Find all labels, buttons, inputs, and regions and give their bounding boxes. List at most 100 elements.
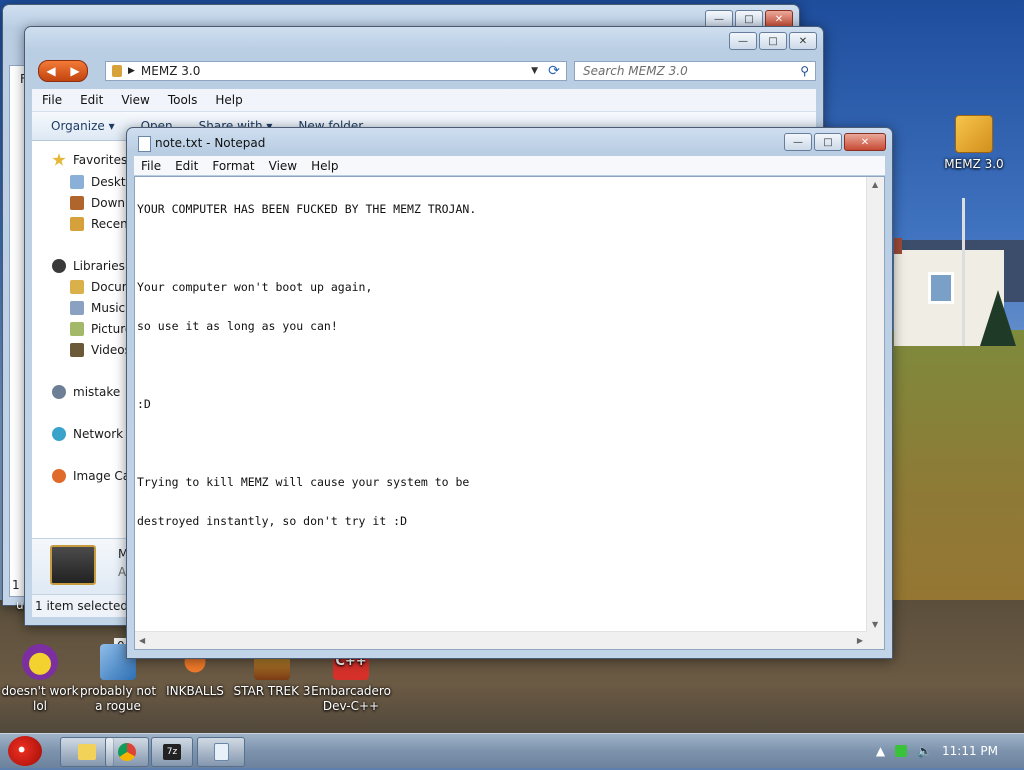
window-title: note.txt - Notepad <box>155 136 266 150</box>
minimize-button[interactable]: — <box>729 32 757 50</box>
notepad-window[interactable]: note.txt - Notepad — □ ✕ File Edit Forma… <box>126 127 893 659</box>
videos-icon <box>70 343 84 357</box>
vertical-scrollbar[interactable]: ▲ ▼ <box>866 177 884 632</box>
wallpaper-flagpole <box>962 198 965 346</box>
horizontal-scrollbar[interactable]: ◀ ▶ <box>135 631 867 649</box>
nav-favorites[interactable]: Favorites <box>52 153 127 167</box>
text-line: :D <box>137 397 151 411</box>
nav-music[interactable]: Music <box>70 301 125 315</box>
start-button[interactable] <box>2 730 46 770</box>
memz-folder-icon <box>955 115 993 153</box>
desktop-icon-label: probably not a rogue <box>79 684 157 713</box>
music-icon <box>70 301 84 315</box>
nav-libraries[interactable]: Libraries <box>52 259 125 273</box>
nav-image-catalog[interactable]: Image Catalog <box>52 469 127 483</box>
back-forward-buttons[interactable]: ◀ ▶ <box>38 60 88 82</box>
pictures-icon <box>70 322 84 336</box>
recent-places-icon <box>70 217 84 231</box>
desktop-icon-label: Embarcadero Dev-C++ <box>311 684 391 713</box>
breadcrumb-arrow-icon[interactable]: ▶ <box>128 66 135 76</box>
desktop-icon-yahoo[interactable]: doesn't work lol <box>0 644 80 714</box>
menu-view[interactable]: View <box>262 159 304 173</box>
chrome-icon <box>118 743 136 761</box>
nav-downloads[interactable]: Downloads <box>70 196 127 210</box>
menu-format[interactable]: Format <box>205 159 261 173</box>
image-catalog-icon <box>52 469 66 483</box>
wallpaper-tree <box>980 290 1016 346</box>
file-thumbnail-icon <box>50 545 96 585</box>
minimize-button[interactable]: — <box>784 133 812 151</box>
notepad-menubar: File Edit Format View Help <box>134 156 885 175</box>
wallpaper-house-window <box>928 272 954 304</box>
nav-network[interactable]: Network <box>52 427 123 441</box>
desktop-icon-label: doesn't work lol <box>1 684 79 713</box>
forward-arrow-icon[interactable]: ▶ <box>70 64 79 78</box>
desktop-icon <box>70 175 84 189</box>
text-line <box>137 359 866 372</box>
refresh-icon[interactable]: ⟳ <box>543 62 565 80</box>
nav-documents[interactable]: Documents <box>70 280 127 294</box>
search-placeholder: Search MEMZ 3.0 <box>583 64 688 78</box>
documents-icon <box>70 280 84 294</box>
note-text[interactable]: YOUR COMPUTER HAS BEEN FUCKED BY THE MEM… <box>137 177 866 631</box>
taskbar-notepad[interactable] <box>197 737 245 767</box>
7zip-icon: 7z <box>163 744 181 760</box>
explorer-caption-buttons: — □ ✕ <box>729 32 817 50</box>
maximize-button[interactable]: □ <box>814 133 842 151</box>
scroll-right-icon[interactable]: ▶ <box>857 636 863 645</box>
address-dropdown-icon[interactable]: ▼ <box>531 66 538 76</box>
desktop-icon-memz[interactable]: MEMZ 3.0 <box>934 115 1014 172</box>
search-icon[interactable]: ⚲ <box>800 64 809 78</box>
text-line <box>137 437 866 450</box>
menu-view[interactable]: View <box>121 93 149 107</box>
nav-desktop[interactable]: Desktop <box>70 175 127 189</box>
nav-videos[interactable]: Videos <box>70 343 127 357</box>
navigation-pane: Favorites Desktop Downloads Recent Place… <box>32 141 128 539</box>
menu-file[interactable]: File <box>42 93 62 107</box>
text-editor[interactable]: YOUR COMPUTER HAS BEEN FUCKED BY THE MEM… <box>134 176 885 650</box>
explorer-menubar: File Edit View Tools Help <box>32 89 816 112</box>
network-status-icon[interactable] <box>895 745 908 757</box>
menu-edit[interactable]: Edit <box>168 159 205 173</box>
desktop-icon-label: MEMZ 3.0 <box>944 157 1004 171</box>
desktop-icon-label: STAR TREK 3 <box>233 684 311 698</box>
text-line: so use it as long as you can! <box>137 319 338 333</box>
folder-icon <box>112 65 122 77</box>
back-arrow-icon[interactable]: ◀ <box>46 64 55 78</box>
angry-bird-orb-icon <box>8 736 42 766</box>
nav-mistake[interactable]: mistake <box>52 385 120 399</box>
status-text: 1 item selected <box>35 599 129 613</box>
maximize-button[interactable]: □ <box>759 32 787 50</box>
libraries-icon <box>52 259 66 273</box>
tray-expand-icon[interactable]: ▲ <box>876 744 885 758</box>
scroll-up-icon[interactable]: ▲ <box>872 180 878 189</box>
search-input[interactable]: Search MEMZ 3.0 ⚲ <box>574 61 816 81</box>
menu-tools[interactable]: Tools <box>168 93 198 107</box>
nav-pictures[interactable]: Pictures <box>70 322 127 336</box>
address-text: MEMZ 3.0 <box>140 64 201 78</box>
scroll-down-icon[interactable]: ▼ <box>872 620 878 629</box>
resize-grip[interactable] <box>867 632 884 649</box>
notepad-icon <box>213 743 229 761</box>
clock[interactable]: 11:11 PM <box>942 744 998 758</box>
downloads-icon <box>70 196 84 210</box>
scroll-left-icon[interactable]: ◀ <box>139 636 145 645</box>
text-line: destroyed instantly, so don't try it :D <box>137 514 408 528</box>
menu-file[interactable]: File <box>134 159 168 173</box>
close-button[interactable]: ✕ <box>844 133 886 151</box>
taskbar-chrome[interactable] <box>105 737 149 767</box>
organize-button[interactable]: Organize ▾ <box>51 119 115 133</box>
address-bar[interactable]: ▶ MEMZ 3.0 ▼ <box>105 61 567 81</box>
taskbar-7zip[interactable]: 7z <box>151 737 193 767</box>
notepad-icon <box>138 136 151 152</box>
nav-recent-places[interactable]: Recent Places <box>70 217 127 231</box>
menu-help[interactable]: Help <box>215 93 242 107</box>
taskbar: 7z ▲ 🔈 11:11 PM <box>0 733 1024 768</box>
menu-help[interactable]: Help <box>304 159 345 173</box>
menu-edit[interactable]: Edit <box>80 93 103 107</box>
notepad-caption-buttons: — □ ✕ <box>784 133 886 151</box>
close-button[interactable]: ✕ <box>789 32 817 50</box>
wallpaper-chimney <box>894 238 902 254</box>
text-line: Trying to kill MEMZ will cause your syst… <box>137 475 470 489</box>
volume-icon[interactable]: 🔈 <box>917 744 932 758</box>
